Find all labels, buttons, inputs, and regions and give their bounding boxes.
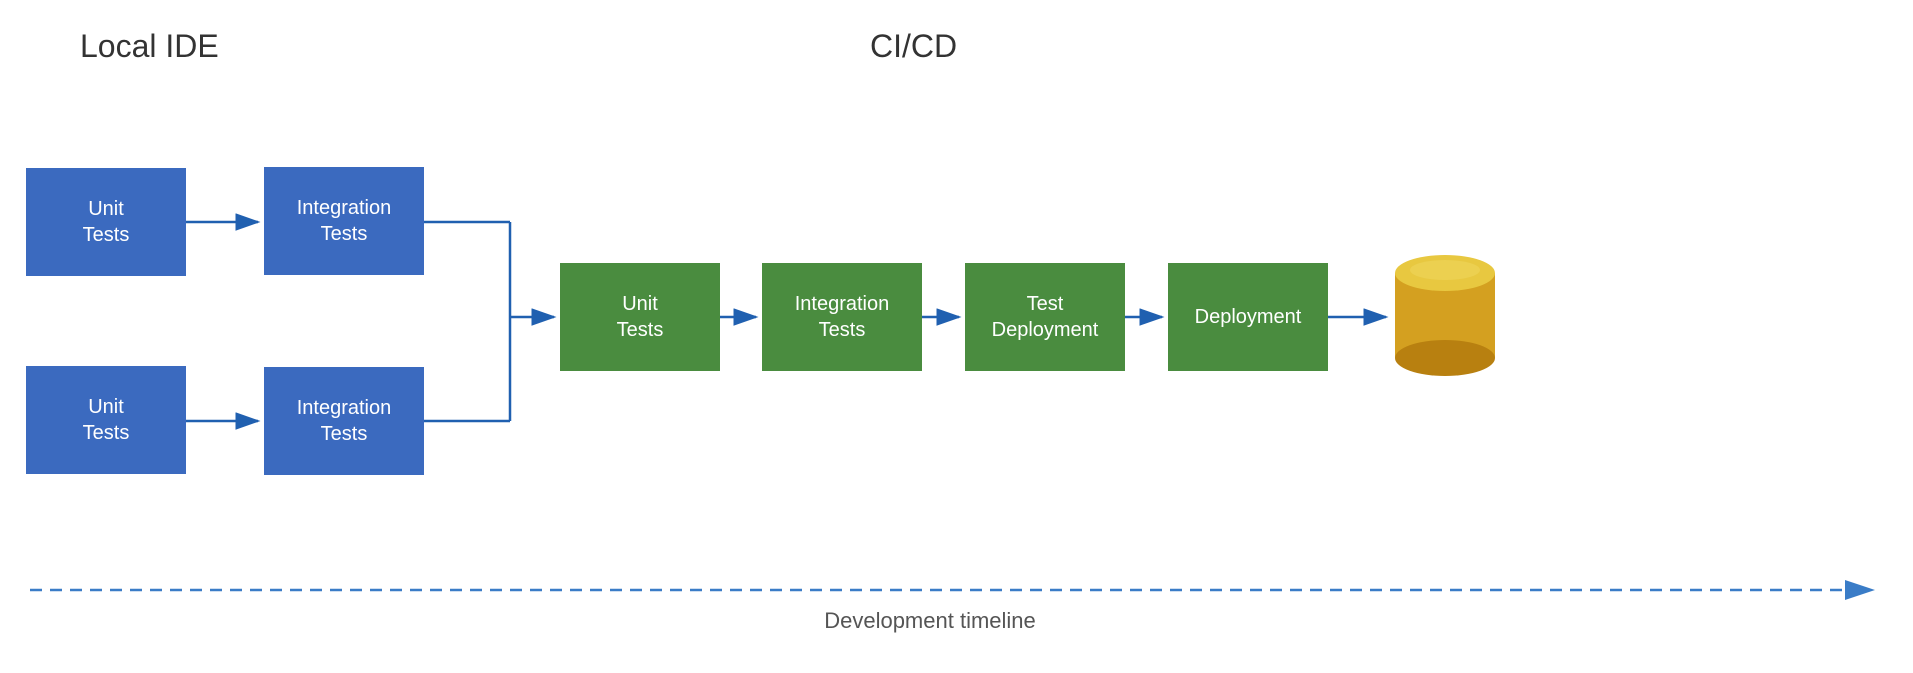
arrows-overlay <box>0 0 1913 673</box>
diagram-container: Local IDE CI/CD UnitTests IntegrationTes… <box>0 0 1913 673</box>
unit-tests-ci: UnitTests <box>560 263 720 371</box>
database-icon <box>1390 248 1500 378</box>
timeline-label: Development timeline <box>780 608 1080 634</box>
integration-tests-ci: IntegrationTests <box>762 263 922 371</box>
integration-tests-bottom: IntegrationTests <box>264 367 424 475</box>
unit-tests-top: UnitTests <box>26 168 186 276</box>
deployment-ci: Deployment <box>1168 263 1328 371</box>
local-ide-label: Local IDE <box>80 28 219 65</box>
cicd-label: CI/CD <box>870 28 957 65</box>
test-deployment-ci: TestDeployment <box>965 263 1125 371</box>
unit-tests-bottom: UnitTests <box>26 366 186 474</box>
integration-tests-top: IntegrationTests <box>264 167 424 275</box>
